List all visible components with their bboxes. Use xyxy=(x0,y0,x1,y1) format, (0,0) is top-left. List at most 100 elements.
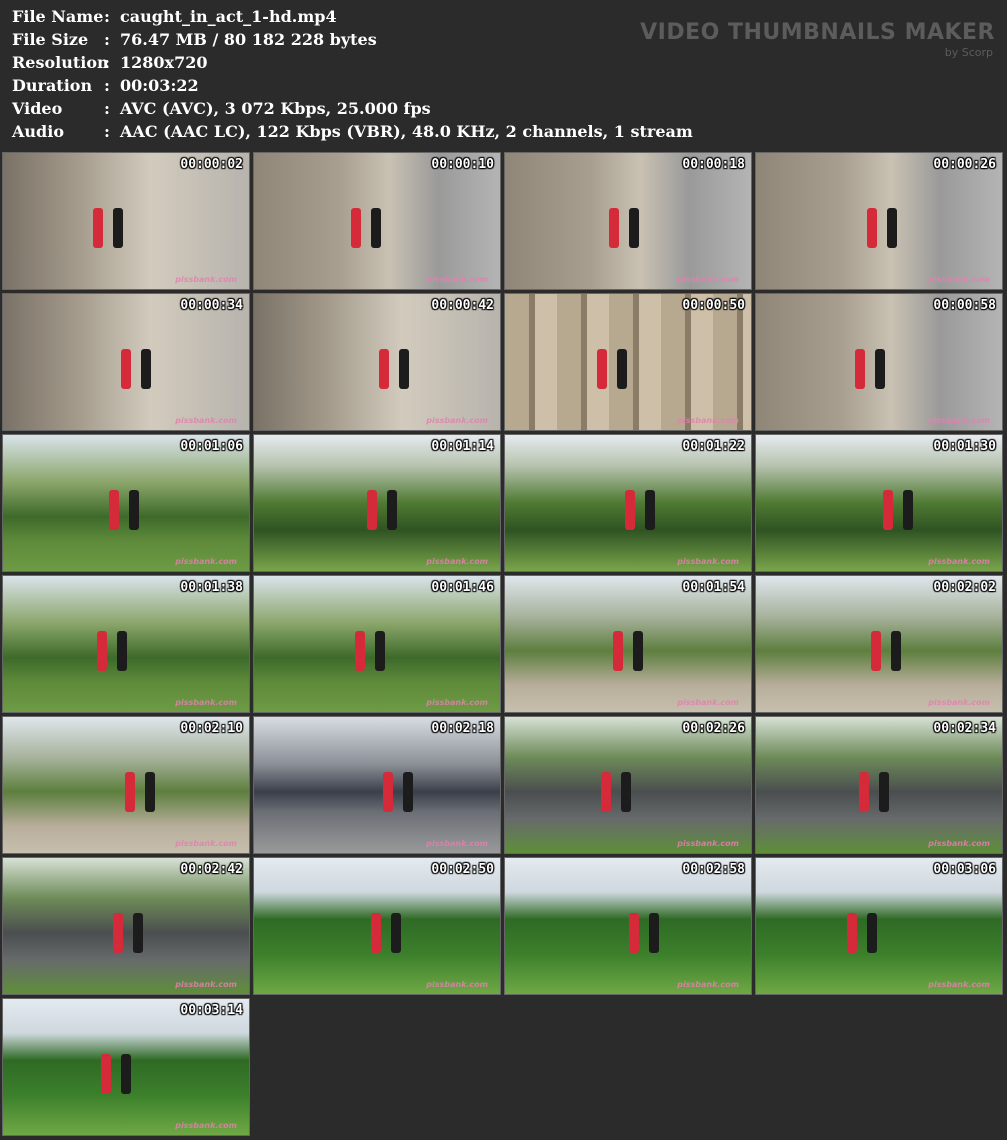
figure-shape xyxy=(903,490,913,530)
figure-shape xyxy=(891,631,901,671)
info-label: Audio xyxy=(12,122,64,141)
video-thumbnail[interactable]: 00:01:54 pissbank.com xyxy=(504,575,752,713)
video-thumbnail[interactable]: 00:00:02 pissbank.com xyxy=(2,152,250,290)
figure-shape xyxy=(871,631,881,671)
info-colon: : xyxy=(104,7,110,26)
thumbnail-watermark: pissbank.com xyxy=(928,980,990,989)
thumbnail-watermark: pissbank.com xyxy=(426,416,488,425)
thumbnail-frame-image xyxy=(254,435,500,571)
figure-shape xyxy=(887,208,897,248)
video-thumbnail[interactable]: 00:02:02 pissbank.com xyxy=(755,575,1003,713)
figure-shape xyxy=(109,490,119,530)
thumbnail-watermark: pissbank.com xyxy=(175,416,237,425)
thumbnail-watermark: pissbank.com xyxy=(175,839,237,848)
video-thumbnail[interactable]: 00:01:06 pissbank.com xyxy=(2,434,250,572)
thumbnail-frame-image xyxy=(505,858,751,994)
thumbnail-watermark: pissbank.com xyxy=(426,557,488,566)
video-thumbnail[interactable]: 00:00:10 pissbank.com xyxy=(253,152,501,290)
thumbnail-watermark: pissbank.com xyxy=(677,698,739,707)
video-thumbnail[interactable]: 00:00:50 pissbank.com xyxy=(504,293,752,431)
figure-shape xyxy=(867,913,877,953)
info-value: 1280x720 xyxy=(120,53,208,72)
figure-shape xyxy=(355,631,365,671)
video-thumbnail[interactable]: 00:02:42 pissbank.com xyxy=(2,857,250,995)
info-label: Video xyxy=(12,99,63,118)
video-thumbnail[interactable]: 00:01:38 pissbank.com xyxy=(2,575,250,713)
figure-shape xyxy=(129,490,139,530)
info-value: 76.47 MB / 80 182 228 bytes xyxy=(120,30,377,49)
info-colon: : xyxy=(104,76,110,95)
figure-shape xyxy=(117,631,127,671)
thumbnail-watermark: pissbank.com xyxy=(677,416,739,425)
thumbnail-timestamp: 00:03:06 xyxy=(933,862,996,877)
video-thumbnail[interactable]: 00:02:58 pissbank.com xyxy=(504,857,752,995)
video-thumbnail[interactable]: 00:02:34 pissbank.com xyxy=(755,716,1003,854)
thumbnail-timestamp: 00:00:50 xyxy=(682,298,745,313)
figure-shape xyxy=(97,631,107,671)
thumbnail-timestamp: 00:01:30 xyxy=(933,439,996,454)
thumbnail-timestamp: 00:01:38 xyxy=(180,580,243,595)
thumbnail-timestamp: 00:00:26 xyxy=(933,157,996,172)
figure-shape xyxy=(875,349,885,389)
video-thumbnail[interactable]: 00:02:50 pissbank.com xyxy=(253,857,501,995)
video-thumbnail[interactable]: 00:00:34 pissbank.com xyxy=(2,293,250,431)
thumbnail-watermark: pissbank.com xyxy=(677,980,739,989)
thumbnail-timestamp: 00:02:26 xyxy=(682,721,745,736)
vtm-logo-title: VIDEO THUMBNAILS MAKER xyxy=(640,20,995,45)
thumbnail-timestamp: 00:03:14 xyxy=(180,1003,243,1018)
thumbnail-timestamp: 00:01:22 xyxy=(682,439,745,454)
thumbnail-frame-image xyxy=(505,294,751,430)
figure-shape xyxy=(391,913,401,953)
figure-shape xyxy=(855,349,865,389)
figure-shape xyxy=(633,631,643,671)
video-thumbnail[interactable]: 00:03:06 pissbank.com xyxy=(755,857,1003,995)
info-label: Resolution xyxy=(12,53,109,72)
figure-shape xyxy=(367,490,377,530)
video-thumbnail[interactable]: 00:02:10 pissbank.com xyxy=(2,716,250,854)
figure-shape xyxy=(141,349,151,389)
video-thumbnail[interactable]: 00:01:30 pissbank.com xyxy=(755,434,1003,572)
figure-shape xyxy=(371,913,381,953)
figure-shape xyxy=(93,208,103,248)
video-thumbnail[interactable]: 00:00:58 pissbank.com xyxy=(755,293,1003,431)
thumbnail-watermark: pissbank.com xyxy=(928,416,990,425)
thumbnail-watermark: pissbank.com xyxy=(426,275,488,284)
video-thumbnail[interactable]: 00:00:18 pissbank.com xyxy=(504,152,752,290)
video-thumbnail[interactable]: 00:01:22 pissbank.com xyxy=(504,434,752,572)
figure-shape xyxy=(125,772,135,812)
figure-shape xyxy=(399,349,409,389)
thumbnail-timestamp: 00:00:58 xyxy=(933,298,996,313)
info-label: Duration xyxy=(12,76,93,95)
figure-shape xyxy=(371,208,381,248)
info-label: File Name xyxy=(12,7,104,26)
figure-shape xyxy=(145,772,155,812)
thumbnail-watermark: pissbank.com xyxy=(928,839,990,848)
figure-shape xyxy=(379,349,389,389)
thumbnail-watermark: pissbank.com xyxy=(175,1121,237,1130)
thumbnail-timestamp: 00:01:54 xyxy=(682,580,745,595)
figure-shape xyxy=(121,1054,131,1094)
thumbnail-timestamp: 00:02:10 xyxy=(180,721,243,736)
thumbnail-watermark: pissbank.com xyxy=(928,698,990,707)
thumbnail-frame-image xyxy=(756,153,1002,289)
figure-shape xyxy=(629,208,639,248)
figure-shape xyxy=(613,631,623,671)
video-thumbnail[interactable]: 00:02:18 pissbank.com xyxy=(253,716,501,854)
thumbnail-watermark: pissbank.com xyxy=(175,698,237,707)
video-thumbnail[interactable]: 00:00:42 pissbank.com xyxy=(253,293,501,431)
figure-shape xyxy=(879,772,889,812)
video-thumbnail[interactable]: 00:00:26 pissbank.com xyxy=(755,152,1003,290)
figure-shape xyxy=(625,490,635,530)
figure-shape xyxy=(121,349,131,389)
thumbnail-frame-image xyxy=(505,576,751,712)
video-thumbnail[interactable]: 00:03:14 pissbank.com xyxy=(2,998,250,1136)
thumbnail-timestamp: 00:01:06 xyxy=(180,439,243,454)
video-thumbnail[interactable]: 00:01:46 pissbank.com xyxy=(253,575,501,713)
video-thumbnail[interactable]: 00:02:26 pissbank.com xyxy=(504,716,752,854)
thumbnail-frame-image xyxy=(756,858,1002,994)
thumbnail-watermark: pissbank.com xyxy=(677,839,739,848)
video-thumbnail[interactable]: 00:01:14 pissbank.com xyxy=(253,434,501,572)
figure-shape xyxy=(133,913,143,953)
figure-shape xyxy=(645,490,655,530)
info-colon: : xyxy=(104,30,110,49)
